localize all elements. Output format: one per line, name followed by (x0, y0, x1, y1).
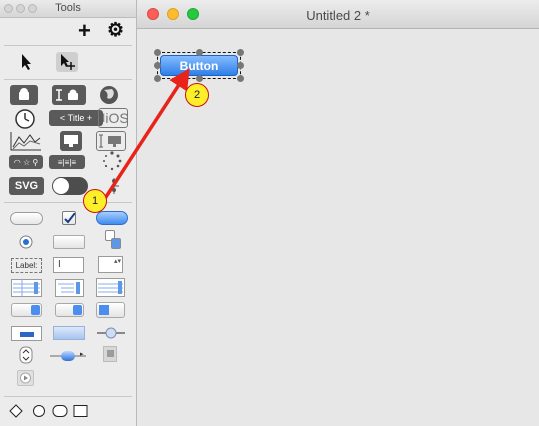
step-marker-2: 2 (185, 83, 209, 107)
annotation-arrow (100, 68, 190, 204)
step-number: 1 (91, 195, 99, 207)
step-marker-1: 1 (83, 189, 107, 213)
step-number: 2 (193, 89, 201, 101)
